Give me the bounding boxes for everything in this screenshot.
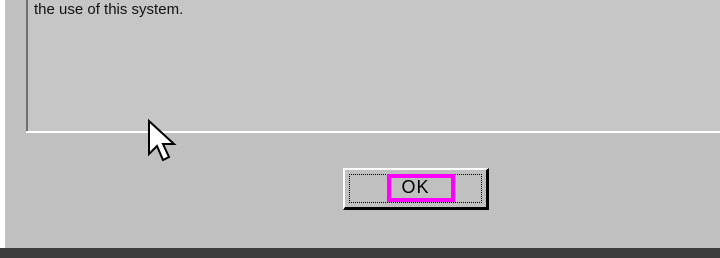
dialog-window: the use of this system. OK bbox=[0, 0, 720, 258]
ok-button[interactable]: OK bbox=[343, 168, 489, 210]
message-panel: the use of this system. bbox=[26, 0, 720, 131]
ok-button-label: OK bbox=[401, 177, 430, 197]
left-edge-strip bbox=[0, 0, 5, 258]
arrow-pointer-icon bbox=[148, 118, 177, 162]
bottom-dark-bar bbox=[0, 248, 720, 258]
separator-line bbox=[26, 131, 720, 133]
message-text: the use of this system. bbox=[34, 1, 184, 18]
